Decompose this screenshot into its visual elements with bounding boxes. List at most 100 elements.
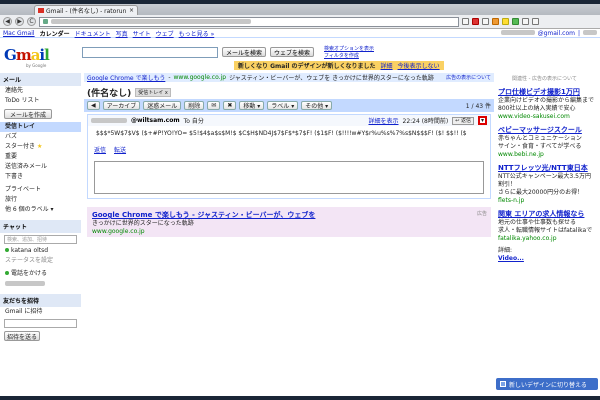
gmail-logo[interactable]: Gmail xyxy=(4,46,50,64)
gbar-link[interactable]: サイト xyxy=(133,29,151,38)
sidebar-item-sent[interactable]: 送信済みメール xyxy=(0,162,81,172)
sidebar-item-contacts[interactable]: 連絡先 xyxy=(0,86,81,96)
account-area: @gmail.com | xyxy=(500,29,597,37)
sender-name xyxy=(91,118,127,123)
reply-button[interactable]: ↩ 返信 xyxy=(452,116,474,125)
search-mail-button[interactable]: メールを検索 xyxy=(222,47,266,57)
extension-icon[interactable] xyxy=(502,18,509,25)
chat-contact[interactable] xyxy=(0,279,81,289)
bookmark-icon[interactable] xyxy=(462,18,469,25)
mark-unimportant-button[interactable]: ✖ xyxy=(223,101,237,110)
invite-send-button[interactable]: 招待を送る xyxy=(4,331,40,341)
ad-url[interactable]: flets-n.jp xyxy=(498,197,596,205)
gbar-link[interactable]: ウェブ xyxy=(156,29,174,38)
page-menu-icon[interactable] xyxy=(522,18,529,25)
delete-button[interactable]: 削除 xyxy=(184,101,205,110)
status-dot-icon xyxy=(5,248,9,252)
sidebar-label-private[interactable]: プライベート xyxy=(0,185,81,195)
sidebar-item-buzz[interactable]: バズ xyxy=(0,132,81,142)
back-button[interactable]: ◀ xyxy=(3,17,12,26)
sidebar-item-important[interactable]: 重要 xyxy=(0,152,81,162)
ad-title[interactable]: 関東 エリアの求人情報なら xyxy=(498,209,596,219)
switch-new-look-button[interactable]: 新しいデザインに切り替える xyxy=(496,378,598,390)
extension-icon[interactable] xyxy=(472,18,479,25)
sidebar-item-inbox[interactable]: 受信トレイ xyxy=(0,122,81,132)
chat-search-input[interactable]: 検索、追加、招待 xyxy=(4,235,77,244)
account-email[interactable]: @gmail.com xyxy=(538,30,575,37)
sidebar-more-labels[interactable]: 他 6 個のラベル ▾ xyxy=(0,205,81,215)
chat-header[interactable]: チャット xyxy=(0,220,81,233)
ad-title[interactable]: Video... xyxy=(498,255,596,262)
reload-button[interactable]: C xyxy=(27,17,36,26)
search-options-link[interactable]: 検索オプションを表示 xyxy=(324,46,374,53)
close-icon[interactable]: × xyxy=(129,7,134,14)
create-filter-link[interactable]: フィルタを作成 xyxy=(324,53,374,60)
ad-title[interactable]: ベビーマッサージスクール xyxy=(498,125,596,135)
promo-text: 新しくなり Gmail のデザインが新しくなりました xyxy=(238,63,376,70)
ad-desc: NTT公式キャンペーン最大3.5万円 xyxy=(498,173,591,180)
chat-status-setting[interactable]: ステータスを設定 xyxy=(0,256,81,266)
gbar-link[interactable]: ドキュメント xyxy=(75,29,111,38)
labels-menu-button[interactable]: ラベル ▾ xyxy=(267,101,299,110)
bottom-ad-title[interactable]: Google Chrome で楽しもう - ジャスティン・ビーバーが、ウェブを xyxy=(92,210,486,220)
inbox-label-chip[interactable]: 受信トレイ x xyxy=(135,87,171,97)
reply-link[interactable]: 返信 xyxy=(94,145,106,154)
promo-details-link[interactable]: 詳細 xyxy=(381,61,393,70)
search-input[interactable] xyxy=(82,47,218,58)
extension-icon[interactable] xyxy=(482,18,489,25)
promo-dismiss-link[interactable]: 今後表示しない xyxy=(398,61,440,70)
browser-window: Gmail - (件名なし) - ratorun × ◀ ▶ C Mac Gma… xyxy=(0,4,600,396)
ad-item: ベビーマッサージスクール 赤ちゃんとコミュニケーション サイン・食育・すべてが学… xyxy=(498,125,596,159)
forward-button[interactable]: ▶ xyxy=(15,17,24,26)
search-web-button[interactable]: ウェブを検索 xyxy=(270,47,314,57)
search-options-links: 検索オプションを表示 フィルタを作成 xyxy=(324,46,374,60)
invite-input[interactable] xyxy=(4,319,77,328)
bottom-ad-url[interactable]: www.google.co.jp xyxy=(92,228,486,235)
more-options-button[interactable]: ▾ xyxy=(478,116,487,125)
gbar-link[interactable]: Mac Gmail xyxy=(3,30,35,37)
quick-reply-textarea[interactable] xyxy=(94,161,484,194)
show-details-link[interactable]: 詳細を表示 xyxy=(369,116,399,125)
ad-url[interactable]: www.video-sakusei.com xyxy=(498,113,596,121)
gbar-link[interactable]: 写真 xyxy=(116,29,128,38)
top-ad-title[interactable]: Google Chrome で楽しもう xyxy=(87,73,165,82)
sidebar-item-drafts[interactable]: 下書き xyxy=(0,172,81,182)
ad-url[interactable]: www.bebi.ne.jp xyxy=(498,151,596,159)
sidebar-label-travel[interactable]: 旅行 xyxy=(0,195,81,205)
ad-url[interactable]: fatalika.yahoo.co.jp xyxy=(498,235,596,243)
back-to-inbox-button[interactable]: ◀ xyxy=(87,101,100,110)
settings-link[interactable] xyxy=(583,29,597,35)
forward-link[interactable]: 転送 xyxy=(114,145,126,154)
mail-header[interactable]: メール xyxy=(0,73,81,86)
chat-me[interactable]: katana oltsd xyxy=(0,246,81,256)
ad-desc: 赤ちゃんとコミュニケーション xyxy=(498,135,582,142)
ad-title[interactable]: プロ仕様ビデオ撮影1万円 xyxy=(498,87,596,97)
tab-gmail[interactable]: Gmail - (件名なし) - ratorun × xyxy=(34,5,138,15)
address-bar[interactable] xyxy=(39,16,459,27)
gbar-link[interactable]: カレンダー xyxy=(40,29,70,38)
more-actions-button[interactable]: その他 ▾ xyxy=(301,101,333,110)
sender-email[interactable]: @wiltsam.com xyxy=(131,117,180,124)
bottom-ad-note: 広告 xyxy=(476,211,487,217)
subject-row: (件名なし) 受信トレイ x xyxy=(84,85,494,99)
wrench-icon[interactable] xyxy=(532,18,539,25)
spam-button[interactable]: 迷惑メール xyxy=(143,101,182,110)
top-ad-url[interactable]: www.google.co.jp xyxy=(174,74,227,81)
extension-icon[interactable] xyxy=(512,18,519,25)
extension-icon[interactable] xyxy=(492,18,499,25)
archive-button[interactable]: アーカイブ xyxy=(102,101,141,110)
ad-title[interactable]: NTTフレッツ光/NTT東日本 xyxy=(498,163,596,173)
sidebar-item-tasks[interactable]: ToDo リスト xyxy=(0,96,81,106)
top-ad-about[interactable]: 広告の表示について xyxy=(446,74,491,81)
right-ads-header[interactable]: 関連性 - 広告の表示について xyxy=(498,75,596,82)
call-phone-link[interactable]: 電話をかける xyxy=(0,269,81,279)
top-ad-separator: - xyxy=(168,74,171,81)
sidebar-item-starred[interactable]: スター付き ★ xyxy=(0,142,81,152)
compose-button[interactable]: メールを作成 xyxy=(4,109,52,119)
pager[interactable]: 1 / 43 件 xyxy=(466,101,491,110)
message-actions: 返信 転送 xyxy=(88,142,490,157)
gbar-link[interactable]: もっと見る » xyxy=(179,29,215,38)
mark-unread-button[interactable]: ✉ xyxy=(207,101,221,110)
move-menu-button[interactable]: 移動 ▾ xyxy=(239,101,265,110)
call-phone-label: 電話をかける xyxy=(11,270,48,277)
